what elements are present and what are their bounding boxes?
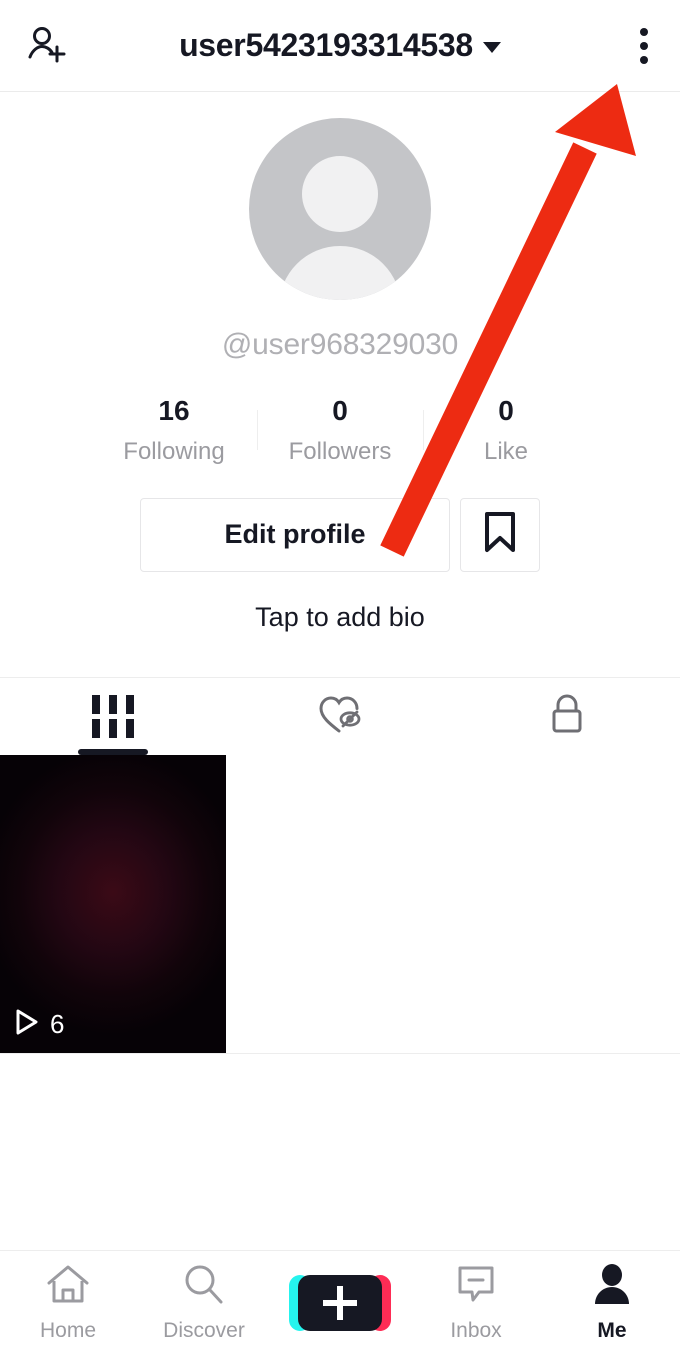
edit-profile-button[interactable]: Edit profile (140, 497, 450, 572)
three-dots-vertical-icon[interactable] (634, 22, 654, 70)
video-thumbnail[interactable]: 6 (0, 754, 226, 1053)
home-icon (44, 1262, 92, 1313)
video-view-count: 6 (50, 1008, 65, 1039)
grid-bar (126, 694, 135, 714)
profile-handle: @user968329030 (221, 328, 459, 361)
bio-placeholder[interactable]: Tap to add bio (255, 602, 425, 633)
stat-label: Following (123, 437, 225, 465)
person-icon (589, 1262, 635, 1313)
nav-item-me[interactable]: Me (544, 1262, 680, 1343)
profile-actions: Edit profile (140, 497, 540, 572)
stat-likes[interactable]: 0 Like (424, 394, 589, 466)
lock-icon (547, 691, 587, 742)
nav-item-create[interactable] (272, 1274, 408, 1331)
bookmark-button[interactable] (460, 497, 540, 572)
plus-vertical (337, 1285, 343, 1320)
heart-hidden-icon (317, 693, 363, 740)
add-person-icon[interactable] (24, 23, 70, 69)
profile-stats: 16 Following 0 Followers 0 Like (0, 394, 680, 466)
bottom-navigation: Home Discover Inbox Me (0, 1250, 680, 1354)
header-title-group[interactable]: user5423193314538 (0, 0, 680, 90)
tab-videos[interactable] (0, 678, 227, 755)
stat-label: Followers (288, 437, 392, 465)
create-plus-icon[interactable] (289, 1274, 391, 1331)
play-icon (14, 1008, 40, 1041)
chevron-down-icon[interactable] (482, 41, 501, 53)
stat-value: 0 (498, 395, 514, 426)
dot (640, 41, 648, 50)
nav-label: Discover (163, 1319, 245, 1342)
grid-icon (92, 694, 135, 738)
stat-value: 16 (158, 395, 190, 426)
avatar-body-shape (279, 246, 401, 300)
nav-item-inbox[interactable]: Inbox (408, 1262, 544, 1343)
page-title: user5423193314538 (179, 26, 473, 63)
bookmark-icon (482, 511, 518, 558)
create-button-body (289, 1274, 391, 1331)
stat-followers[interactable]: 0 Followers (258, 394, 423, 466)
tab-liked-hidden[interactable] (227, 678, 454, 755)
stat-value: 0 (332, 395, 348, 426)
nav-label: Home (39, 1319, 97, 1342)
grid-bar (109, 718, 118, 738)
nav-label: Inbox (450, 1319, 502, 1342)
content-tabs (0, 676, 680, 755)
video-grid: 6 (0, 754, 680, 1054)
dot (640, 55, 648, 64)
avatar-head-shape (302, 156, 378, 232)
grid-bar (109, 694, 118, 714)
grid-bar (126, 718, 135, 738)
inbox-message-icon (453, 1262, 499, 1313)
avatar[interactable] (249, 118, 431, 300)
video-stats: 6 (14, 1008, 64, 1041)
nav-item-home[interactable]: Home (0, 1262, 136, 1343)
search-icon (181, 1262, 227, 1313)
tab-private[interactable] (453, 678, 680, 755)
grid-bar (92, 718, 101, 738)
nav-label: Me (597, 1319, 627, 1342)
nav-item-discover[interactable]: Discover (136, 1262, 272, 1343)
dot (640, 27, 648, 36)
grid-bar (92, 694, 101, 714)
top-header: user5423193314538 (0, 0, 680, 92)
stat-following[interactable]: 16 Following (92, 394, 257, 466)
profile-section: @user968329030 16 Following 0 Followers … (0, 92, 680, 633)
stat-label: Like (483, 437, 529, 465)
